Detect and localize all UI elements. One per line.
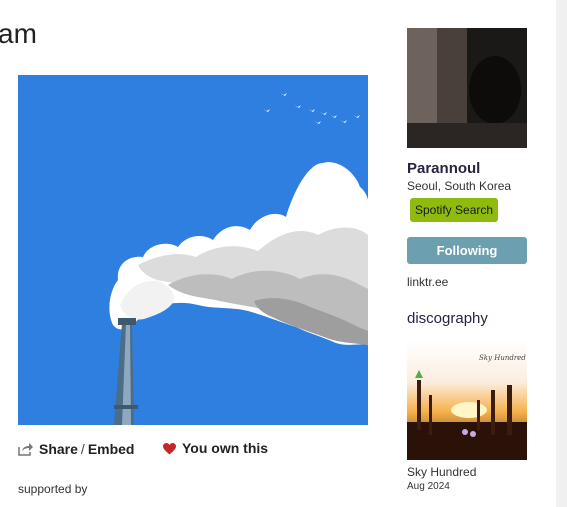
artist-sidebar: Parannoul Seoul, South Korea Spotify Sea…: [407, 28, 527, 492]
page-title: am: [0, 18, 37, 49]
discography-item-title[interactable]: Sky Hundred: [407, 465, 527, 479]
discography-item-date: Aug 2024: [407, 481, 450, 492]
discography-cover-text: Sky Hundred: [479, 354, 526, 362]
share-icon: [18, 442, 34, 456]
embed-label[interactable]: Embed: [88, 441, 135, 457]
artist-photo[interactable]: [407, 28, 527, 148]
artist-name[interactable]: Parannoul: [407, 160, 527, 177]
own-this-status[interactable]: You own this: [163, 440, 268, 456]
spotify-search-button[interactable]: Spotify Search: [410, 198, 499, 222]
artist-link[interactable]: linktr.ee: [407, 275, 527, 289]
discography-heading[interactable]: discography: [407, 310, 527, 327]
page-scrollbar[interactable]: [556, 0, 567, 507]
share-separator: /: [80, 441, 85, 457]
heart-icon: [163, 442, 176, 455]
album-art[interactable]: [18, 75, 368, 425]
following-button[interactable]: Following: [407, 237, 527, 264]
album-art-illustration: [18, 75, 368, 425]
discography-cover[interactable]: Sky Hundred: [407, 340, 527, 460]
supported-by-heading: supported by: [18, 482, 88, 496]
own-this-label: You own this: [182, 440, 269, 456]
share-label[interactable]: Share: [39, 441, 78, 457]
share-embed-link[interactable]: Share / Embed: [18, 440, 135, 458]
artist-location: Seoul, South Korea: [407, 179, 512, 193]
